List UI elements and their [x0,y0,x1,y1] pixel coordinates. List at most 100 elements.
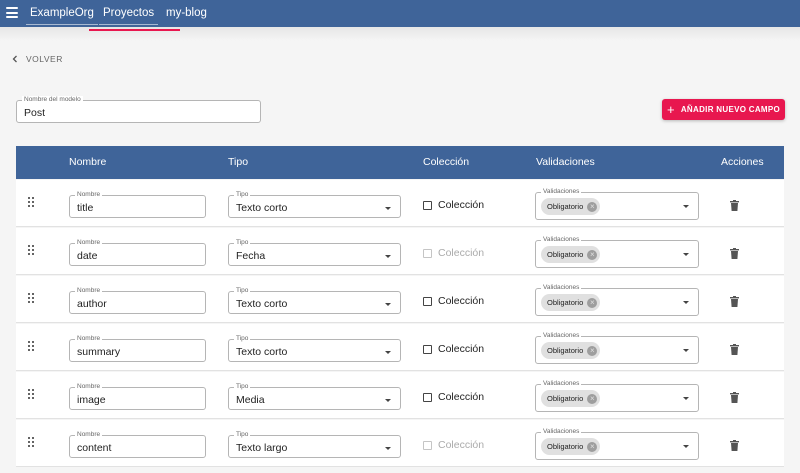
collection-label: Colección [438,247,485,259]
validations-select[interactable]: Validaciones Obligatorio × [535,236,699,268]
validations-select[interactable]: Validaciones Obligatorio × [535,284,699,316]
field-type-value: Texto corto [236,298,288,310]
add-field-button[interactable]: + AÑADIR NUEVO CAMPO [662,99,785,120]
dropdown-arrow-icon [683,205,689,208]
collection-checkbox[interactable] [423,345,432,354]
chip-remove-icon[interactable]: × [587,345,598,356]
tab-projects-underline [99,24,159,25]
table-row: Nombre date Tipo Fecha Colección Validac… [16,228,784,275]
model-name-field[interactable]: Nombre del modelo Post [16,96,261,123]
collection-checkbox[interactable] [423,297,432,306]
tab-project-label: my-blog [166,7,207,19]
collection-label: Colección [438,439,485,451]
drag-handle-icon[interactable] [28,437,35,447]
dropdown-arrow-icon [683,397,689,400]
field-type-legend: Tipo [234,191,251,199]
dropdown-arrow-icon [385,207,391,210]
chip-remove-icon[interactable]: × [587,393,598,404]
chip-remove-icon[interactable]: × [587,249,598,260]
tab-project[interactable]: my-blog [166,0,207,27]
chip-remove-icon[interactable]: × [587,297,598,308]
header-name: Nombre [69,156,107,168]
validations-select[interactable]: Validaciones Obligatorio × [535,380,699,412]
collection-checkbox[interactable] [423,393,432,402]
field-type-select[interactable]: Tipo Texto corto [228,191,401,218]
validations-select[interactable]: Validaciones Obligatorio × [535,188,699,220]
plus-icon: + [666,102,675,117]
field-type-legend: Tipo [234,335,251,343]
dropdown-arrow-icon [683,253,689,256]
tab-projects-label: Proyectos [103,7,155,19]
field-name-input[interactable]: Nombre image [69,383,206,410]
model-name-value: Post [24,107,46,119]
add-field-label: AÑADIR NUEVO CAMPO [680,105,781,114]
dropdown-arrow-icon [683,349,689,352]
validation-chip: Obligatorio × [541,198,601,215]
field-type-legend: Tipo [234,383,251,391]
field-type-select[interactable]: Tipo Texto corto [228,335,401,362]
field-name-input[interactable]: Nombre summary [69,335,206,362]
header-type: Tipo [228,156,249,168]
model-name-legend: Nombre del modelo [22,96,83,104]
collection-label: Colección [438,391,485,403]
field-type-select[interactable]: Tipo Texto corto [228,287,401,314]
collection-checkbox[interactable] [423,201,432,210]
collection-checkbox [423,249,432,258]
drag-handle-icon[interactable] [28,389,35,399]
validation-chip: Obligatorio × [541,294,601,311]
drag-handle-icon[interactable] [28,245,35,255]
validations-select[interactable]: Validaciones Obligatorio × [535,332,699,364]
chip-remove-icon[interactable]: × [587,441,598,452]
tab-organization[interactable]: ExampleOrg [26,0,98,27]
drag-handle-icon[interactable] [28,293,35,303]
table-row: Nombre author Tipo Texto corto Colección… [16,276,784,323]
validations-legend: Validaciones [541,332,582,340]
validation-chip-label: Obligatorio [547,202,584,211]
field-name-value: image [77,394,106,406]
field-type-select[interactable]: Tipo Texto largo [228,431,401,458]
field-type-legend: Tipo [234,431,251,439]
field-name-input[interactable]: Nombre content [69,431,206,458]
delete-icon[interactable] [730,342,739,355]
drag-handle-icon[interactable] [28,341,35,351]
dropdown-arrow-icon [683,301,689,304]
chevron-left-icon [12,55,18,63]
collection-checkbox [423,441,432,450]
field-name-value: title [77,202,94,214]
validation-chip-label: Obligatorio [547,250,584,259]
field-name-input[interactable]: Nombre author [69,287,206,314]
dropdown-arrow-icon [385,255,391,258]
drag-handle-icon[interactable] [28,197,35,207]
table-row: Nombre title Tipo Texto corto Colección … [16,180,784,227]
validation-chip: Obligatorio × [541,342,601,359]
top-app-bar: ExampleOrg Proyectos my-blog [0,0,800,27]
delete-icon[interactable] [730,294,739,307]
validation-chip: Obligatorio × [541,246,601,263]
delete-icon[interactable] [730,198,739,211]
field-name-legend: Nombre [75,431,103,439]
validation-chip-label: Obligatorio [547,346,584,355]
field-type-value: Texto corto [236,202,288,214]
validations-legend: Validaciones [541,284,582,292]
menu-icon[interactable] [6,7,18,18]
field-type-value: Fecha [236,250,266,262]
fields-table-header: Nombre Tipo Colección Validaciones Accio… [16,146,784,179]
field-name-value: date [77,250,98,262]
validation-chip-label: Obligatorio [547,394,584,403]
tab-organization-label: ExampleOrg [30,7,94,19]
validations-select[interactable]: Validaciones Obligatorio × [535,428,699,460]
field-type-select[interactable]: Tipo Media [228,383,401,410]
field-name-input[interactable]: Nombre title [69,191,206,218]
field-type-select[interactable]: Tipo Fecha [228,239,401,266]
delete-icon[interactable] [730,246,739,259]
tab-projects[interactable]: Proyectos [99,0,159,27]
tab-organization-underline [26,24,98,25]
delete-icon[interactable] [730,390,739,403]
validation-chip: Obligatorio × [541,438,601,455]
field-name-input[interactable]: Nombre date [69,239,206,266]
delete-icon[interactable] [730,438,739,451]
field-name-value: author [77,298,107,310]
chip-remove-icon[interactable]: × [587,201,598,212]
back-link[interactable]: VOLVER [12,54,63,64]
validation-chip: Obligatorio × [541,390,601,407]
